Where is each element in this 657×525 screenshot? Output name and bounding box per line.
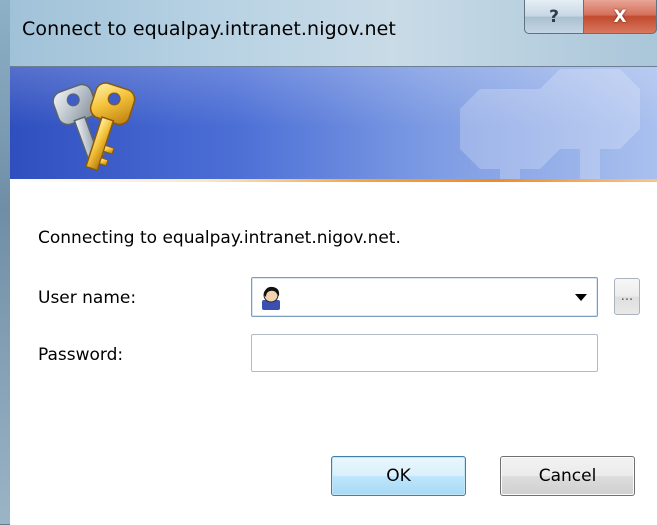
browse-credentials-button[interactable]: ... xyxy=(614,278,640,315)
banner-accent-line xyxy=(10,179,657,182)
user-name-label: User name: xyxy=(38,288,137,308)
credentials-dialog: Connecting to equalpay.intranet.nigov.ne… xyxy=(10,66,657,525)
user-icon xyxy=(262,286,280,310)
password-input[interactable] xyxy=(251,334,598,372)
close-icon: X xyxy=(613,6,627,27)
keys-icon xyxy=(52,82,136,172)
dialog-banner xyxy=(10,67,657,182)
chevron-down-icon[interactable] xyxy=(575,294,587,301)
user-name-input[interactable] xyxy=(290,284,554,312)
help-button[interactable]: ? xyxy=(524,0,584,34)
close-button[interactable]: X xyxy=(583,0,657,34)
connecting-message: Connecting to equalpay.intranet.nigov.ne… xyxy=(38,228,401,248)
help-icon: ? xyxy=(549,6,559,27)
ok-button[interactable]: OK xyxy=(331,456,466,496)
window-title: Connect to equalpay.intranet.nigov.net xyxy=(22,18,396,40)
banner-watermark-keys-icon xyxy=(460,69,640,182)
password-label: Password: xyxy=(38,345,124,365)
cancel-button[interactable]: Cancel xyxy=(500,456,635,496)
user-name-combobox[interactable] xyxy=(251,277,598,317)
window-frame-edge xyxy=(0,0,10,524)
title-bar[interactable]: Connect to equalpay.intranet.nigov.net ?… xyxy=(0,0,657,66)
